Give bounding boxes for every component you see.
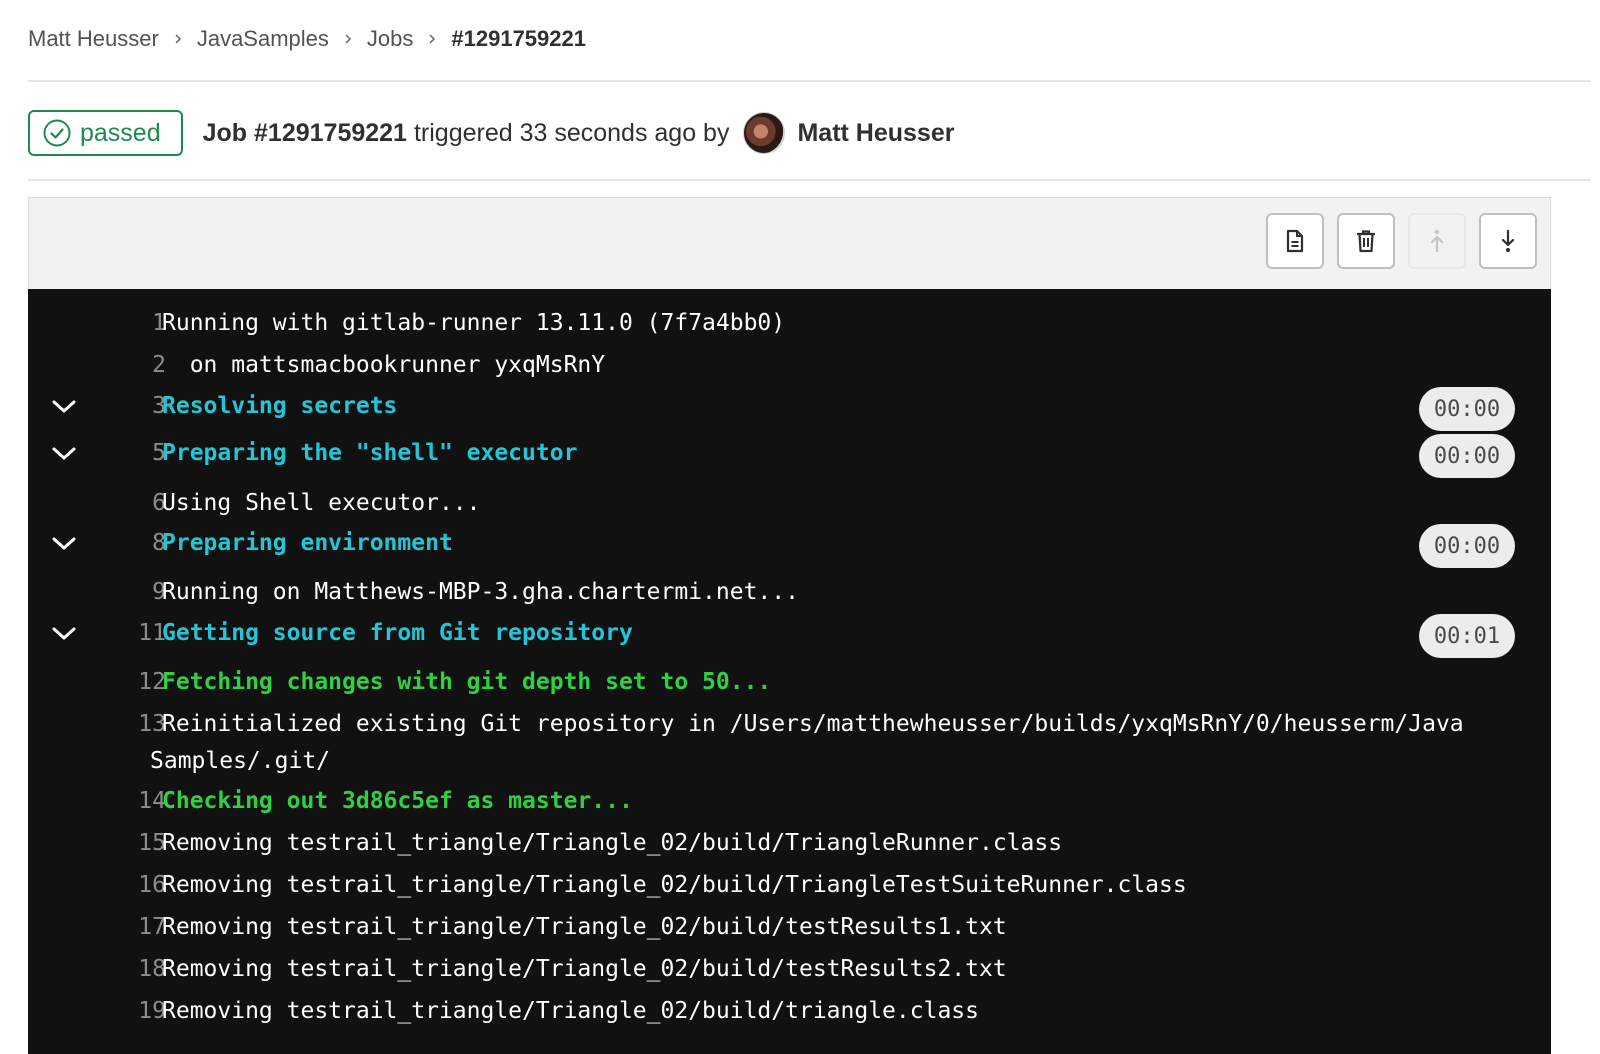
- log-line: 16 Removing testrail_triangle/Triangle_0…: [28, 866, 1551, 906]
- chevron-right-icon: [329, 33, 367, 45]
- avatar[interactable]: [743, 112, 786, 154]
- breadcrumb-item-current: #1291759221: [451, 26, 586, 51]
- section-title: Preparing the "shell" executor: [162, 440, 578, 466]
- log-line: 2 on mattsmacbookrunner yxqMsRnY: [28, 346, 1551, 386]
- section-duration-badge: 00:00: [1419, 524, 1515, 568]
- breadcrumb-item-user[interactable]: Matt Heusser: [28, 26, 159, 52]
- log-text: Running with gitlab-runner 13.11.0 (7f7a…: [162, 310, 786, 336]
- erase-log-button[interactable]: [1337, 213, 1395, 269]
- line-number[interactable]: 13: [80, 711, 166, 737]
- line-number[interactable]: 14: [80, 788, 166, 814]
- section-title: Preparing environment: [162, 530, 453, 556]
- line-number[interactable]: 19: [80, 998, 166, 1024]
- log-line: 9 Running on Matthews-MBP-3.gha.charterm…: [28, 573, 1551, 613]
- chevron-right-icon: [413, 33, 451, 45]
- job-id: Job #1291759221: [202, 118, 407, 147]
- job-log-toolbar: [28, 197, 1551, 289]
- log-text: Removing testrail_triangle/Triangle_02/b…: [162, 998, 979, 1024]
- log-line: 18 Removing testrail_triangle/Triangle_0…: [28, 950, 1551, 990]
- line-number[interactable]: 9: [80, 579, 166, 605]
- log-section-header[interactable]: 8 Preparing environment 00:00: [28, 524, 1551, 568]
- line-number[interactable]: 15: [80, 830, 166, 856]
- triggered-text: triggered 33 seconds ago by: [413, 118, 730, 147]
- log-section-header[interactable]: 11 Getting source from Git repository 00…: [28, 614, 1551, 658]
- status-label: passed: [80, 118, 161, 147]
- check-circle-icon: [43, 119, 71, 147]
- scroll-to-top-button[interactable]: [1408, 213, 1466, 269]
- breadcrumb-item-jobs[interactable]: Jobs: [367, 26, 413, 52]
- log-line: 14 Checking out 3d86c5ef as master...: [28, 782, 1551, 822]
- log-section-header[interactable]: 5 Preparing the "shell" executor 00:00: [28, 434, 1551, 478]
- job-log[interactable]: 1 Running with gitlab-runner 13.11.0 (7f…: [28, 289, 1551, 1054]
- section-title: Getting source from Git repository: [162, 620, 633, 646]
- line-number[interactable]: 5: [80, 440, 166, 466]
- log-text: Running on Matthews-MBP-3.gha.chartermi.…: [162, 579, 799, 605]
- log-line: 12 Fetching changes with git depth set t…: [28, 663, 1551, 703]
- chevron-down-icon[interactable]: [48, 391, 80, 423]
- log-text: Removing testrail_triangle/Triangle_02/b…: [162, 872, 1187, 898]
- section-duration-badge: 00:00: [1419, 434, 1515, 478]
- log-text: Reinitialized existing Git repository in…: [162, 711, 1464, 737]
- log-section-header[interactable]: 3 Resolving secrets 00:00: [28, 387, 1551, 431]
- chevron-down-icon[interactable]: [48, 438, 80, 470]
- chevron-right-icon: [159, 33, 197, 45]
- log-text-wrapped: Samples/.git/: [150, 748, 331, 774]
- status-badge[interactable]: passed: [28, 110, 183, 156]
- log-text: Removing testrail_triangle/Triangle_02/b…: [162, 956, 1007, 982]
- line-number[interactable]: 3: [80, 393, 166, 419]
- log-text: on mattsmacbookrunner yxqMsRnY: [162, 352, 606, 378]
- scroll-to-top-icon: [1430, 230, 1444, 253]
- user-name-link[interactable]: Matt Heusser: [797, 119, 954, 148]
- show-raw-button[interactable]: [1266, 213, 1324, 269]
- scroll-to-bottom-button[interactable]: [1479, 213, 1537, 269]
- line-number[interactable]: 6: [80, 490, 166, 516]
- line-number[interactable]: 12: [80, 669, 166, 695]
- line-number[interactable]: 8: [80, 530, 166, 556]
- job-title: Job #1291759221 triggered 33 seconds ago…: [202, 112, 954, 154]
- section-duration-badge: 00:00: [1419, 387, 1515, 431]
- header-divider: [28, 80, 1591, 82]
- breadcrumb: Matt Heusser JavaSamples Jobs #129175922…: [28, 24, 586, 54]
- document-icon: [1286, 229, 1304, 253]
- chevron-down-icon[interactable]: [48, 528, 80, 560]
- line-number[interactable]: 17: [80, 914, 166, 940]
- log-line: 17 Removing testrail_triangle/Triangle_0…: [28, 908, 1551, 948]
- line-number[interactable]: 16: [80, 872, 166, 898]
- chevron-down-icon[interactable]: [48, 618, 80, 650]
- job-header: passed Job #1291759221 triggered 33 seco…: [28, 110, 954, 156]
- log-line: 15 Removing testrail_triangle/Triangle_0…: [28, 824, 1551, 864]
- line-number[interactable]: 2: [80, 352, 166, 378]
- log-text: Removing testrail_triangle/Triangle_02/b…: [162, 914, 1007, 940]
- section-duration-badge: 00:01: [1419, 614, 1515, 658]
- job-header-divider: [28, 179, 1591, 181]
- log-text: Removing testrail_triangle/Triangle_02/b…: [162, 830, 1063, 856]
- log-text: Checking out 3d86c5ef as master...: [162, 788, 633, 814]
- breadcrumb-item-project[interactable]: JavaSamples: [197, 26, 329, 52]
- line-number[interactable]: 1: [80, 310, 166, 336]
- log-line: 19 Removing testrail_triangle/Triangle_0…: [28, 992, 1551, 1032]
- trash-icon: [1357, 230, 1375, 253]
- line-number[interactable]: 11: [80, 620, 166, 646]
- section-title: Resolving secrets: [162, 393, 398, 419]
- log-text: Using Shell executor...: [162, 490, 481, 516]
- log-line: 6 Using Shell executor...: [28, 484, 1551, 524]
- scroll-to-bottom-icon: [1501, 229, 1515, 252]
- log-line: 1 Running with gitlab-runner 13.11.0 (7f…: [28, 304, 1551, 344]
- log-text: Fetching changes with git depth set to 5…: [162, 669, 772, 695]
- log-line: 13 Reinitialized existing Git repository…: [28, 705, 1551, 785]
- line-number[interactable]: 18: [80, 956, 166, 982]
